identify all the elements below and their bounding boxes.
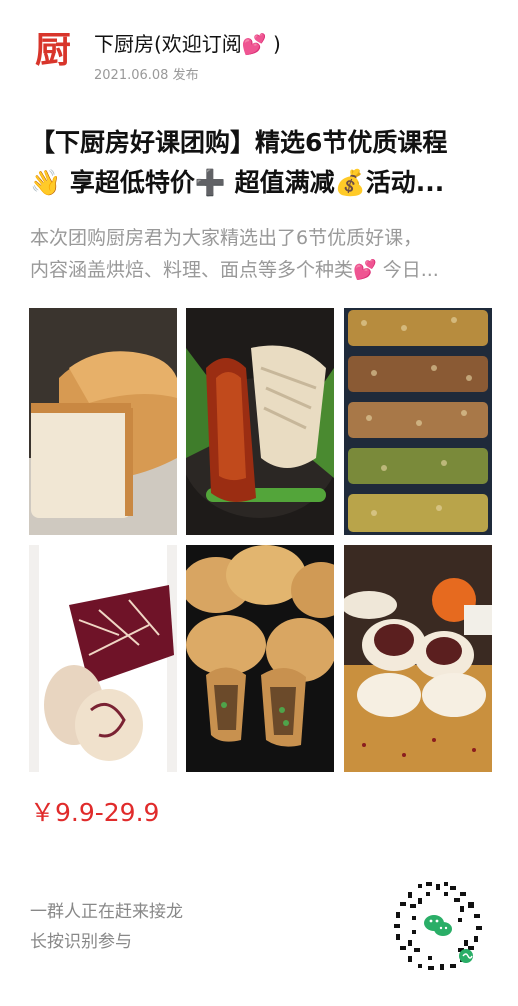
xiachufang-logo[interactable]: 厨 xyxy=(30,28,76,74)
granola-bars-image[interactable] xyxy=(344,308,492,535)
meat-pies-image[interactable] xyxy=(186,545,334,772)
image-grid xyxy=(29,308,492,772)
join-prompt: 一群人正在赶来接龙 长按识别参与 xyxy=(30,897,183,957)
marble-bread-image[interactable] xyxy=(29,545,177,772)
post-title: 【下厨房好课团购】精选6节优质课程 👋 享超低特价➕ 超值满减💰活动... xyxy=(30,123,492,203)
join-prompt-line-1: 一群人正在赶来接龙 xyxy=(30,902,183,922)
description-line-1: 本次团购厨房君为大家精选出了6节优质好课， xyxy=(30,227,423,249)
roast-meat-image[interactable] xyxy=(186,308,334,535)
price-range: ￥9.9-29.9 xyxy=(30,798,160,827)
publish-date: 2021.06.08 发布 xyxy=(94,68,199,83)
post-description: 本次团购厨房君为大家精选出了6节优质好课， 内容涵盖烘焙、料理、面点等多个种类💕… xyxy=(30,222,492,286)
logo-char: 厨 xyxy=(34,30,71,71)
mini-program-icon xyxy=(459,949,473,963)
author-name[interactable]: 下厨房(欢迎订阅💕 ) xyxy=(94,28,281,57)
mini-program-qr-code[interactable] xyxy=(388,876,488,976)
bread-loaf-image[interactable] xyxy=(29,308,177,535)
description-line-2: 内容涵盖烘焙、料理、面点等多个种类💕 今日... xyxy=(30,259,439,281)
title-line-2: 👋 享超低特价➕ 超值满减💰活动... xyxy=(30,168,445,197)
title-line-1: 【下厨房好课团购】精选6节优质课程 xyxy=(30,128,448,157)
join-prompt-line-2: 长按识别参与 xyxy=(30,932,132,952)
post-header: 厨 下厨房(欢迎订阅💕 ) 2021.06.08 发布 xyxy=(30,28,490,88)
red-bean-buns-image[interactable] xyxy=(344,545,492,772)
